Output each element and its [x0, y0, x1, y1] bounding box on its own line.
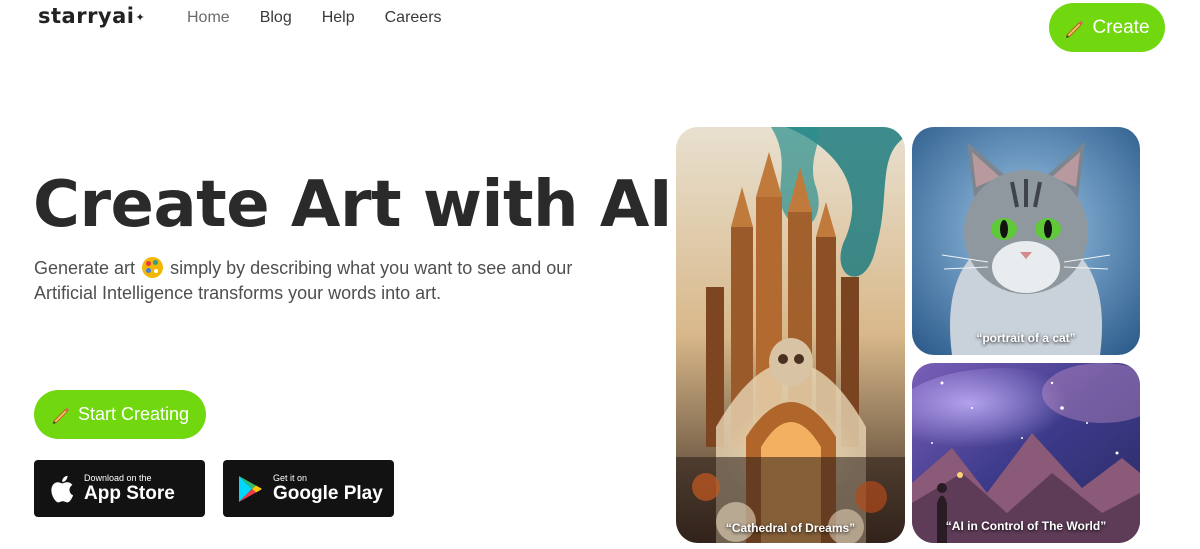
gallery-caption: “portrait of a cat” — [976, 331, 1076, 345]
gallery-caption: “Cathedral of Dreams” — [725, 521, 856, 535]
cathedral-image — [676, 127, 905, 543]
start-creating-button[interactable]: Start Creating — [34, 390, 206, 439]
gallery-card-space[interactable]: “AI in Control of The World” — [912, 363, 1140, 543]
create-button[interactable]: Create — [1049, 3, 1165, 52]
pencil-icon — [52, 407, 70, 424]
app-store-button[interactable]: Download on the App Store — [34, 460, 205, 517]
main-nav: Home Blog Help Careers — [187, 9, 442, 27]
nav-home[interactable]: Home — [187, 9, 230, 27]
cat-image — [912, 127, 1140, 355]
logo[interactable]: starryai✦ — [38, 4, 145, 28]
palette-icon — [142, 257, 164, 278]
google-play-icon — [239, 475, 262, 502]
apple-icon — [51, 475, 74, 502]
create-button-label: Create — [1092, 16, 1150, 38]
app-store-big: App Store — [84, 483, 175, 504]
hero-subtitle: Generate art simply by describing what y… — [34, 256, 594, 306]
nav-help[interactable]: Help — [322, 9, 355, 27]
app-store-small: Download on the — [84, 473, 152, 483]
space-image — [912, 363, 1140, 543]
start-creating-label: Start Creating — [77, 404, 190, 424]
logo-text: starryai — [38, 4, 135, 28]
gallery-card-cat[interactable]: “portrait of a cat” — [912, 127, 1140, 355]
google-play-big: Google Play — [273, 483, 383, 504]
hero-title: Create Art with AI — [33, 168, 673, 242]
pencil-icon — [1066, 20, 1084, 38]
gallery-caption: “AI in Control of The World” — [945, 519, 1107, 533]
sparkle-icon: ✦ — [135, 10, 146, 24]
hero-subtitle-part1: Generate art — [34, 258, 136, 278]
gallery-card-cathedral[interactable]: “Cathedral of Dreams” — [676, 127, 905, 543]
google-play-button[interactable]: Get it on Google Play — [223, 460, 394, 517]
google-play-small: Get it on — [273, 473, 308, 483]
nav-careers[interactable]: Careers — [385, 9, 442, 27]
nav-blog[interactable]: Blog — [260, 9, 292, 27]
